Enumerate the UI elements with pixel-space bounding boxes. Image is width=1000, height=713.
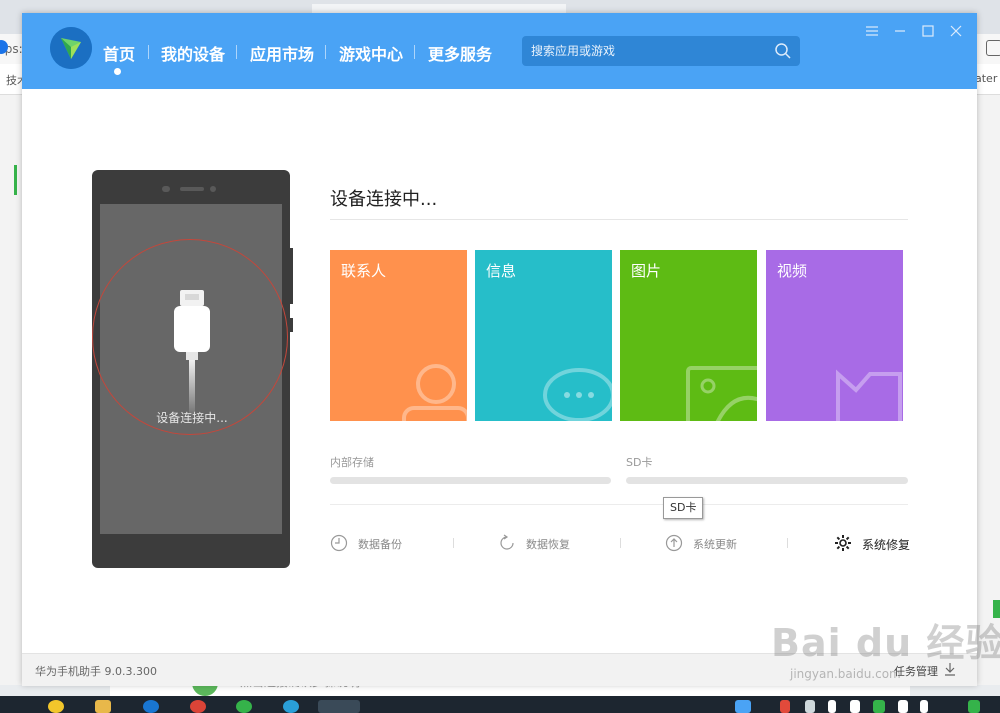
maximize-icon[interactable] [920, 23, 936, 39]
tray-icon[interactable] [920, 700, 928, 713]
hisuite-logo-icon [50, 27, 92, 69]
messenger-icon[interactable] [283, 700, 299, 713]
tile-videos-label: 视频 [777, 262, 808, 280]
data-restore-label: 数据恢复 [526, 538, 570, 551]
tray-icon[interactable] [805, 700, 815, 713]
internal-storage-bar [330, 477, 611, 484]
action-separator [787, 538, 788, 548]
action-separator [453, 538, 454, 548]
phone-sensor [210, 186, 216, 192]
system-repair-label: 系统修复 [862, 538, 911, 552]
search-box [522, 36, 800, 66]
version-text: 华为手机助手 9.0.3.300 [35, 665, 157, 678]
folder-icon[interactable] [95, 700, 111, 713]
tile-messages-label: 信息 [486, 262, 517, 280]
nav-separator [414, 45, 415, 59]
nav-separator [325, 45, 326, 59]
tile-videos[interactable]: 视频 [766, 250, 903, 421]
search-icon[interactable] [774, 42, 792, 60]
tile-contacts[interactable]: 联系人 [330, 250, 467, 421]
sd-card-tooltip: SD卡 [663, 497, 704, 519]
nav-my-devices[interactable]: 我的设备 [161, 41, 225, 65]
wechat-icon[interactable] [236, 700, 252, 713]
system-repair-button[interactable]: 系统修复 [834, 533, 924, 553]
nav-app-market[interactable]: 应用市场 [250, 41, 314, 65]
menu-icon[interactable] [864, 23, 880, 39]
baidu-watermark: Bai du 经验 [771, 621, 1000, 665]
divider [330, 219, 908, 220]
extension-icon[interactable] [986, 40, 1000, 56]
browser-icon[interactable] [143, 700, 159, 713]
minimize-icon[interactable] [892, 23, 908, 39]
restore-icon [500, 534, 514, 550]
tray-icon[interactable] [850, 700, 860, 713]
bookmark-item[interactable]: ater [975, 72, 997, 85]
nav-separator [236, 45, 237, 59]
tray-icon[interactable] [873, 700, 885, 713]
backup-clock-icon [330, 534, 348, 552]
hisuite-taskbar-icon[interactable] [318, 700, 360, 713]
tile-photos[interactable]: 图片 [620, 250, 757, 421]
connecting-title: 设备连接中... [330, 189, 438, 210]
chrome-icon[interactable] [190, 700, 206, 713]
phone-speaker [180, 187, 204, 191]
tray-icon[interactable] [735, 700, 751, 713]
sd-card-label: SD卡 [626, 456, 653, 469]
nav-game-center[interactable]: 游戏中心 [339, 41, 403, 65]
nav-home[interactable]: 首页 [103, 41, 135, 65]
data-restore-button[interactable]: 数据恢复 [498, 533, 608, 553]
action-separator [620, 538, 621, 548]
data-backup-button[interactable]: 数据备份 [330, 533, 440, 553]
system-update-label: 系统更新 [693, 538, 737, 551]
phone-connecting-text: 设备连接中... [156, 411, 228, 425]
title-bar: 首页 我的设备 应用市场 游戏中心 更多服务 [22, 13, 977, 89]
phone-side-button [290, 318, 293, 332]
tray-icon[interactable] [898, 700, 908, 713]
tile-contacts-label: 联系人 [341, 262, 387, 280]
nav-more-services[interactable]: 更多服务 [428, 41, 492, 65]
phone-side-button [290, 248, 293, 304]
background-accent-mark [14, 165, 17, 195]
baidu-watermark-url: jingyan.baidu.com [790, 667, 901, 681]
update-arrow-icon [665, 534, 683, 552]
divider [330, 504, 908, 505]
sd-card-bar [626, 477, 908, 484]
usb-cable-icon [174, 290, 210, 420]
active-nav-indicator [114, 68, 121, 75]
system-update-button[interactable]: 系统更新 [665, 533, 775, 553]
phone-camera [162, 186, 170, 192]
internal-storage-label: 内部存储 [330, 456, 374, 469]
data-backup-label: 数据备份 [358, 538, 402, 551]
tile-messages[interactable]: 信息 [475, 250, 612, 421]
tile-photos-label: 图片 [631, 262, 662, 280]
huawei-hisuite-window: 首页 我的设备 应用市场 游戏中心 更多服务 搜索应用或游戏 设备连接中... … [22, 13, 977, 686]
search-input[interactable] [522, 36, 762, 66]
nav-separator [148, 45, 149, 59]
gear-icon [835, 535, 851, 551]
taskbar-app-icon[interactable] [48, 700, 64, 713]
tray-icon[interactable] [968, 700, 980, 713]
close-icon[interactable] [948, 23, 964, 39]
tray-icon[interactable] [780, 700, 790, 713]
tray-icon[interactable] [828, 700, 836, 713]
